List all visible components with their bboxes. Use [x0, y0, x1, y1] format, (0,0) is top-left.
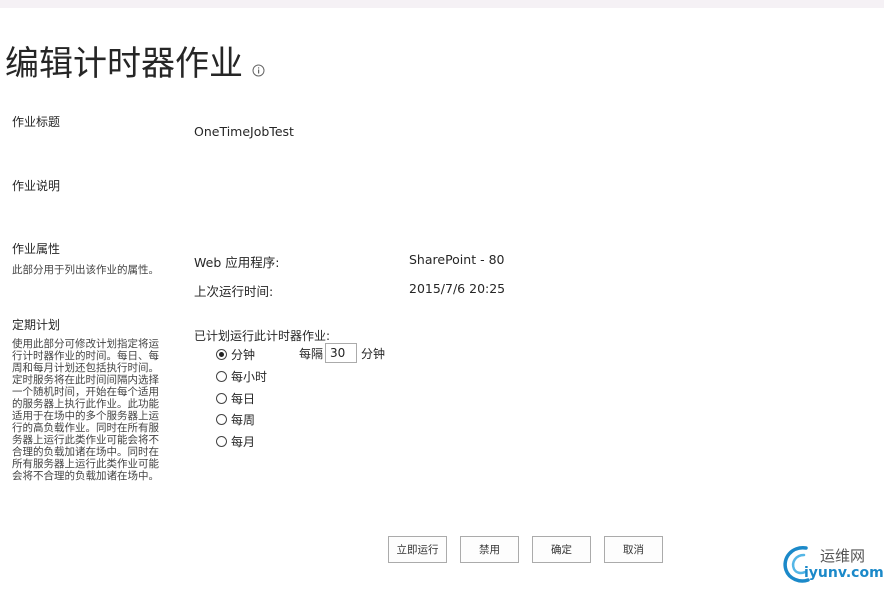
ok-button[interactable]: 确定	[532, 536, 591, 563]
schedule-description-line: 行计时器作业的时间。每日、每	[12, 350, 159, 362]
disable-button[interactable]: 禁用	[460, 536, 519, 563]
radio-button[interactable]	[216, 414, 227, 425]
last-run-value: 2015/7/6 20:25	[409, 281, 506, 296]
radio-button-checked[interactable]	[216, 349, 227, 360]
job-props-label: 作业属性	[12, 242, 61, 256]
page-title-row: 编辑计时器作业	[5, 40, 265, 88]
every-unit: 分钟	[361, 346, 386, 361]
schedule-description-line: 所有服务器上运行此类作业可能	[12, 458, 159, 470]
radio-button[interactable]	[216, 393, 227, 404]
watermark-line2: iyunv.com	[804, 565, 884, 581]
info-icon[interactable]	[252, 64, 265, 77]
radio-option-daily[interactable]: 每日	[216, 390, 255, 407]
web-app-value: SharePoint - 80	[409, 252, 505, 267]
job-title-value: OneTimeJobTest	[194, 124, 294, 139]
radio-option-weekly[interactable]: 每周	[216, 411, 255, 428]
radio-option-label: 每小时	[231, 370, 268, 384]
schedule-description-line: 适用于在场中的多个服务器上运	[12, 410, 159, 422]
radio-option-minutes[interactable]: 分钟	[216, 346, 255, 363]
radio-option-hourly[interactable]: 每小时	[216, 368, 267, 385]
job-title-label: 作业标题	[12, 115, 61, 129]
schedule-description: 使用此部分可修改计划指定将运 行计时器作业的时间。每日、每 周和每月计划还包括执…	[12, 338, 162, 482]
schedule-run-label: 已计划运行此计时器作业:	[194, 329, 331, 343]
last-run-label: 上次运行时间:	[194, 284, 274, 299]
radio-option-label: 每周	[231, 413, 256, 427]
schedule-description-line: 合理的负载加诸在场中。同时在	[12, 446, 159, 458]
watermark-line1: 运维网	[820, 547, 866, 565]
radio-option-label: 每日	[231, 392, 256, 406]
job-desc-label: 作业说明	[12, 179, 61, 193]
radio-option-monthly[interactable]: 每月	[216, 433, 255, 450]
job-props-description: 此部分用于列出该作业的属性。	[12, 264, 159, 276]
schedule-description-line: 定时服务将在此时间间隔内选择	[12, 374, 159, 386]
radio-option-label: 每月	[231, 435, 256, 449]
top-bar	[0, 0, 884, 8]
schedule-label: 定期计划	[12, 318, 61, 332]
every-interval: 每隔 分钟	[299, 343, 385, 363]
web-app-label: Web 应用程序:	[194, 255, 280, 270]
cancel-button[interactable]: 取消	[604, 536, 663, 563]
schedule-description-line: 会将不合理的负载加诸在场中。	[12, 470, 159, 482]
schedule-description-line: 务器上运行此类作业可能会将不	[12, 434, 159, 446]
page-title: 编辑计时器作业	[5, 44, 243, 84]
schedule-description-line: 使用此部分可修改计划指定将运	[12, 338, 159, 350]
radio-button[interactable]	[216, 371, 227, 382]
every-label: 每隔	[299, 346, 324, 361]
interval-input[interactable]	[325, 343, 358, 363]
watermark-logo: 运维网 iyunv.com	[780, 542, 884, 586]
schedule-description-line: 的服务器上执行此作业。此功能	[12, 398, 159, 410]
radio-option-label: 分钟	[231, 348, 256, 362]
schedule-description-line: 一个随机时间，开始在每个适用	[12, 386, 159, 398]
radio-button[interactable]	[216, 436, 227, 447]
run-now-button[interactable]: 立即运行	[388, 536, 447, 563]
schedule-description-line: 行的高负载作业。同时在所有服	[12, 422, 159, 434]
schedule-description-line: 周和每月计划还包括执行时间。	[12, 362, 159, 374]
